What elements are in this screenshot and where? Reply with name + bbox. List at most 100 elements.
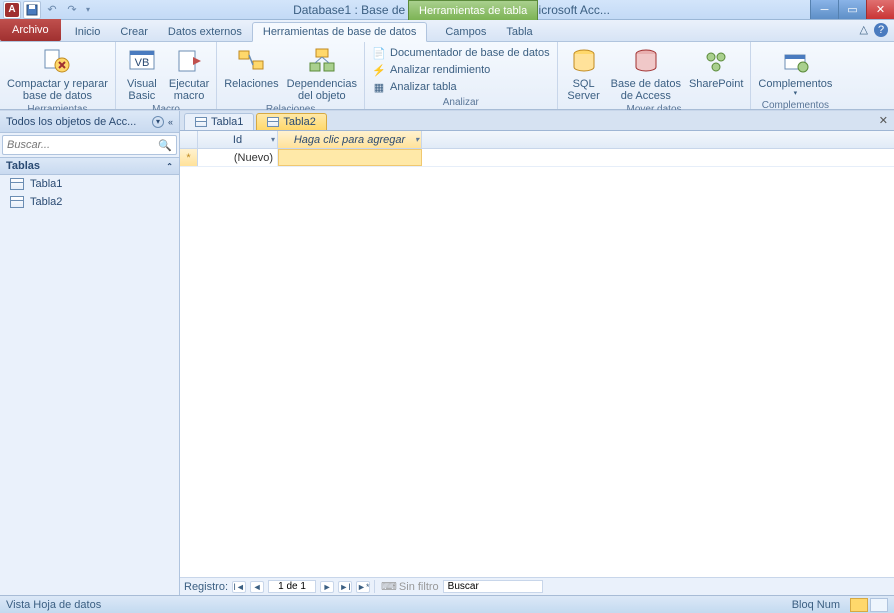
minimize-ribbon-button[interactable]: △: [860, 23, 868, 37]
nav-item-label: Tabla1: [30, 178, 62, 190]
no-filter-indicator[interactable]: ⌨Sin filtro: [374, 580, 439, 593]
column-dropdown-icon[interactable]: ▾: [415, 135, 419, 144]
maximize-button[interactable]: ▭: [838, 0, 866, 19]
select-all-cell[interactable]: [180, 131, 198, 148]
access-database-button[interactable]: Base de datos de Access: [608, 44, 684, 103]
group-herramientas: Compactar y reparar base de datos Herram…: [0, 42, 116, 109]
last-record-button[interactable]: ►I: [338, 581, 352, 593]
cell-add-new[interactable]: [278, 149, 422, 166]
nav-group-tablas[interactable]: Tablas ⌃: [0, 157, 179, 175]
prev-record-button[interactable]: ◄: [250, 581, 264, 593]
relationships-icon: [235, 45, 267, 77]
new-record-button[interactable]: ►*: [356, 581, 370, 593]
sharepoint-button[interactable]: SharePoint: [686, 44, 746, 91]
visual-basic-icon: VB: [126, 45, 158, 77]
nav-dropdown-icon[interactable]: ▾: [152, 116, 164, 128]
analyze-performance-button[interactable]: ⚡ Analizar rendimiento: [369, 62, 553, 78]
minimize-button[interactable]: ─: [810, 0, 838, 19]
group-mover-datos: SQL Server Base de datos de Access Share…: [558, 42, 752, 109]
group-macro: VB Visual Basic Ejecutar macro Macro: [116, 42, 217, 109]
redo-button[interactable]: ↷: [63, 1, 81, 19]
analyze-performance-label: Analizar rendimiento: [390, 64, 490, 76]
access-database-icon: [630, 45, 662, 77]
new-record-selector[interactable]: *: [180, 149, 198, 166]
performance-icon: ⚡: [372, 63, 386, 77]
tab-herramientas-bd[interactable]: Herramientas de base de datos: [252, 22, 427, 42]
nav-header-title: Todos los objetos de Acc...: [6, 116, 148, 128]
sql-server-icon: [568, 45, 600, 77]
file-tab[interactable]: Archivo: [0, 19, 61, 41]
database-documenter-button[interactable]: 📄Documentador de base de datos: [369, 45, 553, 61]
datasheet-view-button[interactable]: [850, 598, 868, 612]
doc-tab-tabla1[interactable]: Tabla1: [184, 113, 254, 130]
nav-collapse-button[interactable]: «: [168, 117, 173, 127]
access-database-label: Base de datos de Access: [611, 78, 681, 102]
nav-item-tabla1[interactable]: Tabla1: [0, 175, 179, 193]
no-filter-label: Sin filtro: [399, 581, 439, 593]
compact-repair-button[interactable]: Compactar y reparar base de datos: [4, 44, 111, 103]
titlebar: A ↶ ↷ ▾ Database1 : Base de datos (Acces…: [0, 0, 894, 20]
run-macro-button[interactable]: Ejecutar macro: [166, 44, 212, 103]
help-button[interactable]: ?: [874, 23, 888, 37]
tab-tabla[interactable]: Tabla: [496, 23, 542, 41]
nav-header[interactable]: Todos los objetos de Acc... ▾ «: [0, 111, 179, 133]
group-analizar: 📄Documentador de base de datos ⚡ Analizar…: [365, 42, 558, 109]
quick-access-toolbar: A ↶ ↷ ▾: [0, 1, 93, 19]
save-button[interactable]: [23, 1, 41, 19]
tab-crear[interactable]: Crear: [110, 23, 158, 41]
navigation-pane: Todos los objetos de Acc... ▾ « 🔍 Tablas…: [0, 111, 180, 595]
nav-item-tabla2[interactable]: Tabla2: [0, 193, 179, 211]
new-record-row[interactable]: * (Nuevo): [180, 149, 894, 167]
svg-text:VB: VB: [135, 57, 150, 69]
addins-icon: [779, 45, 811, 77]
datasheet: Id▾ Haga clic para agregar▾ * (Nuevo): [180, 131, 894, 577]
object-dependencies-button[interactable]: Dependencias del objeto: [284, 44, 360, 103]
compact-repair-icon: [41, 45, 73, 77]
tab-campos[interactable]: Campos: [435, 23, 496, 41]
visual-basic-button[interactable]: VB Visual Basic: [120, 44, 164, 103]
doc-tab-label: Tabla2: [283, 116, 315, 128]
analyze-table-button[interactable]: ▦Analizar tabla: [369, 79, 553, 95]
search-icon[interactable]: 🔍: [154, 139, 176, 152]
doc-close-button[interactable]: ✕: [879, 114, 888, 127]
column-header-id[interactable]: Id▾: [198, 131, 278, 148]
sharepoint-label: SharePoint: [689, 78, 743, 90]
database-documenter-label: Documentador de base de datos: [390, 47, 550, 59]
next-record-button[interactable]: ►: [320, 581, 334, 593]
record-search-input[interactable]: [443, 580, 543, 593]
visual-basic-label: Visual Basic: [127, 78, 157, 102]
tab-inicio[interactable]: Inicio: [65, 23, 111, 41]
status-view-label: Vista Hoja de datos: [6, 599, 101, 611]
collapse-group-icon[interactable]: ⌃: [166, 162, 173, 171]
addins-label: Complementos: [758, 78, 832, 90]
table-icon: [267, 117, 279, 127]
cell-id-new[interactable]: (Nuevo): [198, 149, 278, 166]
object-dependencies-label: Dependencias del objeto: [287, 78, 357, 102]
undo-button[interactable]: ↶: [43, 1, 61, 19]
minimize-icon: ─: [821, 4, 829, 16]
column-dropdown-icon[interactable]: ▾: [271, 135, 275, 144]
object-dependencies-icon: [306, 45, 338, 77]
document-tabs: Tabla1 Tabla2 ✕: [180, 111, 894, 131]
main-area: Todos los objetos de Acc... ▾ « 🔍 Tablas…: [0, 110, 894, 595]
sql-server-button[interactable]: SQL Server: [562, 44, 606, 103]
first-record-button[interactable]: I◄: [232, 581, 246, 593]
ribbon: Compactar y reparar base de datos Herram…: [0, 42, 894, 110]
sql-server-label: SQL Server: [567, 78, 599, 102]
app-menu-button[interactable]: A: [3, 1, 21, 19]
filter-icon: ⌨: [381, 580, 397, 593]
qat-dropdown-icon[interactable]: ▾: [83, 5, 93, 14]
addins-button[interactable]: Complementos ▾: [755, 44, 835, 99]
doc-tab-tabla2[interactable]: Tabla2: [256, 113, 326, 130]
column-header-add[interactable]: Haga clic para agregar▾: [278, 131, 422, 148]
nav-search-input[interactable]: [3, 139, 154, 151]
group-relaciones: Relaciones Dependencias del objeto Relac…: [217, 42, 365, 109]
addins-dropdown-icon: ▾: [794, 90, 798, 98]
close-button[interactable]: ✕: [866, 0, 894, 19]
compact-repair-label: Compactar y reparar base de datos: [7, 78, 108, 102]
tab-datos-externos[interactable]: Datos externos: [158, 23, 252, 41]
view-switcher: [850, 598, 888, 612]
relationships-button[interactable]: Relaciones: [221, 44, 281, 91]
record-position-input[interactable]: [268, 580, 316, 593]
design-view-button[interactable]: [870, 598, 888, 612]
